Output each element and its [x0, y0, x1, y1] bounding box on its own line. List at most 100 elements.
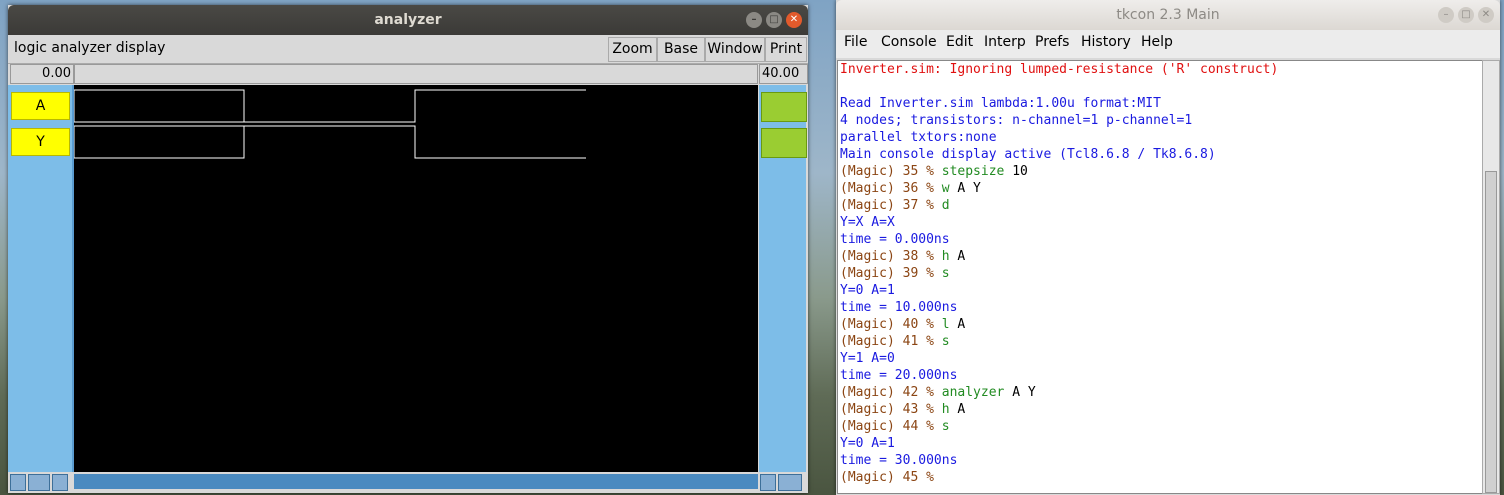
tkcon-window: tkcon 2.3 Main – □ ✕ File Console Edit I…: [836, 0, 1500, 495]
waveform-svg: [73, 89, 586, 159]
console-prompt: (Magic) 35 %: [840, 164, 942, 179]
signal-names-panel: A Y: [8, 85, 74, 472]
console-line: (Magic) 40 % l A: [838, 316, 1482, 333]
analyzer-toolbar: logic analyzer display Zoom Base Window …: [8, 35, 808, 64]
window-button[interactable]: Window: [705, 37, 765, 62]
base-button[interactable]: Base: [657, 37, 705, 62]
analyzer-titlebar[interactable]: analyzer – □ ✕: [8, 5, 808, 35]
console-prompt: (Magic) 37 %: [840, 198, 942, 213]
menu-history[interactable]: History: [1081, 34, 1131, 50]
console-args: A: [949, 317, 966, 332]
minimize-icon[interactable]: –: [746, 12, 762, 28]
console-command: s: [941, 419, 950, 434]
console-prompt: (Magic) 38 %: [840, 249, 942, 264]
console-prompt: (Magic) 39 %: [840, 266, 942, 281]
console-prompt: (Magic) 36 %: [840, 181, 942, 196]
console-line: Read Inverter.sim lambda:1.00u format:MI…: [840, 96, 1161, 111]
console-command: h: [941, 249, 950, 264]
vertical-scrollbar[interactable]: [1482, 60, 1500, 494]
console-line: Y=1 A=0: [840, 351, 895, 366]
console-line: (Magic) 37 % d: [838, 197, 1482, 214]
tkcon-title: tkcon 2.3 Main: [1116, 7, 1220, 23]
scrollbar-thumb[interactable]: [1485, 171, 1497, 493]
console-args: 10: [1004, 164, 1028, 179]
console-args: A Y: [1004, 385, 1036, 400]
waveform-canvas[interactable]: [73, 85, 758, 472]
console-args: A Y: [949, 181, 981, 196]
console-line: (Magic) 38 % h A: [838, 248, 1482, 265]
console-line: (Magic) 42 % analyzer A Y: [838, 384, 1482, 401]
console-line: (Magic) 41 % s: [838, 333, 1482, 350]
close-icon[interactable]: ✕: [786, 12, 802, 28]
console-prompt: (Magic) 43 %: [840, 402, 942, 417]
console-prompt: (Magic) 44 %: [840, 419, 942, 434]
console-command: s: [941, 334, 950, 349]
menu-console[interactable]: Console: [881, 34, 937, 50]
console-line: time = 20.000ns: [840, 368, 958, 383]
console-line: (Magic) 36 % w A Y: [838, 180, 1482, 197]
minimize-icon[interactable]: –: [1438, 7, 1454, 23]
console-prompt: (Magic) 41 %: [840, 334, 942, 349]
console-args: A: [949, 402, 966, 417]
analyzer-window: analyzer – □ ✕ logic analyzer display Zo…: [8, 5, 808, 493]
console-line: (Magic) 35 % stepsize 10: [838, 163, 1482, 180]
time-ruler: 0.00 40.00: [8, 64, 808, 84]
menu-prefs[interactable]: Prefs: [1035, 34, 1069, 50]
analyzer-label: logic analyzer display: [14, 40, 166, 56]
console-command: s: [941, 266, 950, 281]
console-line: Y=0 A=1: [840, 436, 895, 451]
console-args: A: [949, 249, 966, 264]
console-output[interactable]: Inverter.sim: Ignoring lumped-resistance…: [837, 60, 1483, 494]
console-command: stepsize: [941, 164, 1005, 179]
menu-help[interactable]: Help: [1141, 34, 1173, 50]
analyzer-title: analyzer: [374, 12, 442, 28]
console-line: Inverter.sim: Ignoring lumped-resistance…: [840, 62, 1279, 77]
scroll-page-button[interactable]: [28, 474, 50, 491]
console-line: 4 nodes; transistors: n-channel=1 p-chan…: [840, 113, 1193, 128]
menu-interp[interactable]: Interp: [984, 34, 1026, 50]
menu-file[interactable]: File: [844, 34, 867, 50]
console-line: time = 10.000ns: [840, 300, 958, 315]
zoom-button[interactable]: Zoom: [608, 37, 657, 62]
signal-y-value: [761, 128, 807, 158]
zoom-out-button[interactable]: [778, 474, 802, 491]
console-command: analyzer: [941, 385, 1005, 400]
signal-values-panel: [759, 85, 807, 472]
console-line: Y=0 A=1: [840, 283, 895, 298]
time-start: 0.00: [10, 64, 74, 84]
console-command: d: [941, 198, 950, 213]
time-scale: [74, 64, 758, 84]
console-line: (Magic) 43 % h A: [838, 401, 1482, 418]
console-line: parallel txtors:none: [840, 130, 997, 145]
zoom-in-button[interactable]: [760, 474, 776, 491]
scroll-left-button[interactable]: [10, 474, 26, 491]
console-command: w: [941, 181, 950, 196]
waveform-y: [74, 125, 586, 159]
maximize-icon[interactable]: □: [766, 12, 782, 28]
console-prompt: (Magic) 45 %: [840, 470, 942, 485]
console-line: time = 0.000ns: [840, 232, 950, 247]
menu-edit[interactable]: Edit: [946, 34, 973, 50]
console-line: Y=X A=X: [840, 215, 895, 230]
console-line: (Magic) 39 % s: [838, 265, 1482, 282]
console-line: time = 30.000ns: [840, 453, 958, 468]
scroll-right-button[interactable]: [52, 474, 68, 491]
console-prompt: (Magic) 42 %: [840, 385, 942, 400]
waveform-a: [74, 89, 586, 123]
tkcon-titlebar[interactable]: tkcon 2.3 Main – □ ✕: [836, 0, 1500, 30]
close-icon[interactable]: ✕: [1478, 7, 1494, 23]
horizontal-scrollbar[interactable]: [74, 474, 758, 489]
console-line: Main console display active (Tcl8.6.8 / …: [840, 147, 1216, 162]
signal-a-label[interactable]: A: [11, 92, 70, 120]
console-command: l: [941, 317, 950, 332]
console-command: h: [941, 402, 950, 417]
signal-a-value: [761, 92, 807, 122]
console-line: (Magic) 44 % s: [838, 418, 1482, 435]
print-button[interactable]: Print: [765, 37, 807, 62]
time-end: 40.00: [759, 64, 808, 84]
console-prompt: (Magic) 40 %: [840, 317, 942, 332]
maximize-icon[interactable]: □: [1458, 7, 1474, 23]
signal-y-label[interactable]: Y: [11, 128, 70, 156]
console-line: (Magic) 45 %: [838, 469, 1482, 486]
